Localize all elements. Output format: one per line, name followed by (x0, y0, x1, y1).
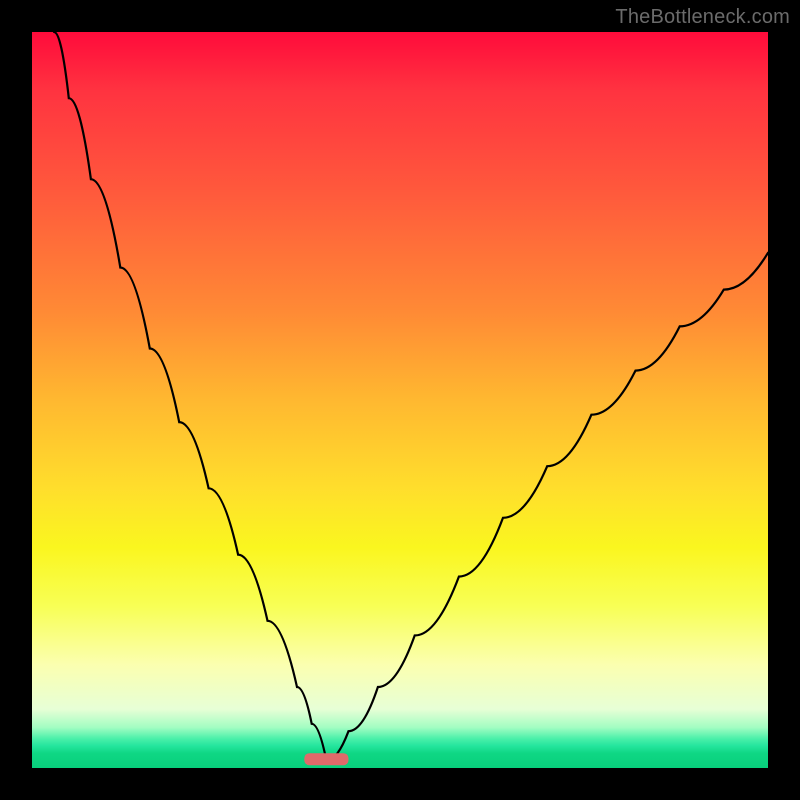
curve-right-branch (326, 253, 768, 761)
curve-svg (32, 32, 768, 768)
curve-left-branch (54, 32, 326, 761)
watermark-text: TheBottleneck.com (615, 6, 790, 29)
chart-frame: TheBottleneck.com (0, 0, 800, 800)
plot-area (32, 32, 768, 768)
bottleneck-curve (54, 32, 768, 761)
optimum-marker (304, 753, 348, 765)
